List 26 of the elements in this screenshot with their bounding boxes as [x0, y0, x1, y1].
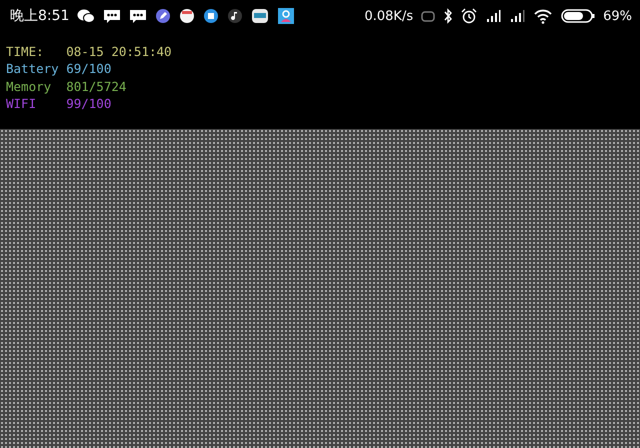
terminal-value: 99/100 [66, 94, 112, 112]
app-icon [251, 8, 270, 24]
pencil-app-icon [155, 8, 172, 24]
terminal-value: 08-15 20:51:40 [66, 43, 172, 60]
terminal-value: 69/100 [66, 60, 112, 78]
message-icon [103, 8, 122, 24]
terminal-label: Battery [6, 60, 60, 78]
terminal-value: 801/5724 [66, 78, 126, 95]
wifi-icon [533, 8, 554, 24]
battery-icon [561, 8, 596, 24]
signal-bars-icon [485, 8, 502, 24]
network-speed: 0.08K/s [364, 8, 414, 24]
terminal-label: TIME: [6, 43, 45, 60]
message-icon [129, 8, 148, 24]
battery-percent: 69% [603, 8, 632, 24]
clock-time: 晚上8:51 [10, 7, 70, 25]
signal-bars-icon [509, 8, 526, 24]
terminal-label: Memory [6, 78, 52, 95]
chat-bubbles-icon [77, 8, 96, 24]
alarm-clock-icon [461, 8, 478, 24]
bluetooth-icon [443, 8, 454, 24]
contacts-app-icon [277, 8, 296, 24]
square-app-icon [203, 8, 220, 24]
calendar-app-icon [179, 8, 196, 24]
terminal-label: WIFI [6, 94, 38, 112]
music-note-icon [227, 8, 244, 24]
